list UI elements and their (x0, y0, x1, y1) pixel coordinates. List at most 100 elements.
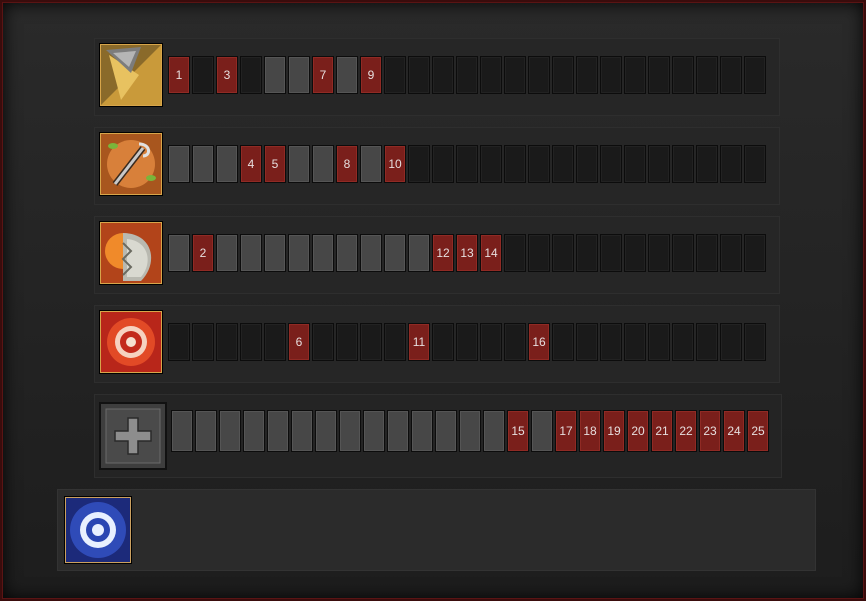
assigned-level-slot[interactable]: 1 (168, 56, 190, 94)
unassigned-level-slot[interactable] (168, 145, 190, 183)
unassigned-level-slot[interactable] (288, 56, 310, 94)
assigned-level-slot[interactable]: 5 (264, 145, 286, 183)
unassigned-level-slot[interactable] (288, 145, 310, 183)
empty-level-slot[interactable] (720, 56, 742, 94)
empty-level-slot[interactable] (576, 56, 598, 94)
empty-level-slot[interactable] (432, 56, 454, 94)
assigned-level-slot[interactable]: 13 (456, 234, 478, 272)
empty-level-slot[interactable] (672, 145, 694, 183)
assigned-level-slot[interactable]: 3 (216, 56, 238, 94)
unassigned-level-slot[interactable] (315, 410, 337, 452)
empty-level-slot[interactable] (624, 56, 646, 94)
empty-level-slot[interactable] (432, 323, 454, 361)
empty-level-slot[interactable] (696, 323, 718, 361)
empty-level-slot[interactable] (624, 323, 646, 361)
empty-level-slot[interactable] (696, 56, 718, 94)
empty-level-slot[interactable] (528, 56, 550, 94)
unassigned-level-slot[interactable] (435, 410, 457, 452)
empty-level-slot[interactable] (648, 145, 670, 183)
unassigned-level-slot[interactable] (192, 145, 214, 183)
unassigned-level-slot[interactable] (339, 410, 361, 452)
empty-level-slot[interactable] (720, 234, 742, 272)
empty-level-slot[interactable] (552, 145, 574, 183)
empty-level-slot[interactable] (504, 56, 526, 94)
empty-level-slot[interactable] (576, 234, 598, 272)
assigned-level-slot[interactable]: 19 (603, 410, 625, 452)
unassigned-level-slot[interactable] (216, 145, 238, 183)
empty-level-slot[interactable] (672, 323, 694, 361)
assigned-level-slot[interactable]: 12 (432, 234, 454, 272)
unassigned-level-slot[interactable] (459, 410, 481, 452)
empty-level-slot[interactable] (648, 234, 670, 272)
empty-level-slot[interactable] (672, 234, 694, 272)
unassigned-level-slot[interactable] (264, 56, 286, 94)
empty-level-slot[interactable] (600, 145, 622, 183)
unassigned-level-slot[interactable] (240, 234, 262, 272)
unassigned-level-slot[interactable] (408, 234, 430, 272)
armor-shield-icon[interactable] (100, 222, 162, 284)
assigned-level-slot[interactable]: 23 (699, 410, 721, 452)
unassigned-level-slot[interactable] (387, 410, 409, 452)
assigned-level-slot[interactable]: 4 (240, 145, 262, 183)
drill-blade-icon[interactable] (100, 44, 162, 106)
empty-level-slot[interactable] (624, 234, 646, 272)
assigned-level-slot[interactable]: 7 (312, 56, 334, 94)
empty-level-slot[interactable] (384, 56, 406, 94)
assigned-level-slot[interactable]: 14 (480, 234, 502, 272)
empty-level-slot[interactable] (408, 145, 430, 183)
empty-level-slot[interactable] (504, 234, 526, 272)
empty-level-slot[interactable] (480, 56, 502, 94)
empty-level-slot[interactable] (744, 323, 766, 361)
assigned-level-slot[interactable]: 9 (360, 56, 382, 94)
unassigned-level-slot[interactable] (384, 234, 406, 272)
unassigned-level-slot[interactable] (531, 410, 553, 452)
unassigned-level-slot[interactable] (267, 410, 289, 452)
empty-level-slot[interactable] (504, 145, 526, 183)
assigned-level-slot[interactable]: 8 (336, 145, 358, 183)
unassigned-level-slot[interactable] (195, 410, 217, 452)
assigned-level-slot[interactable]: 25 (747, 410, 769, 452)
plus-icon[interactable] (99, 402, 167, 470)
empty-level-slot[interactable] (336, 323, 358, 361)
sawblade-icon[interactable] (100, 311, 162, 373)
empty-level-slot[interactable] (552, 56, 574, 94)
unassigned-level-slot[interactable] (312, 234, 334, 272)
empty-level-slot[interactable] (720, 145, 742, 183)
empty-level-slot[interactable] (360, 323, 382, 361)
empty-level-slot[interactable] (696, 234, 718, 272)
unassigned-level-slot[interactable] (360, 145, 382, 183)
assigned-level-slot[interactable]: 20 (627, 410, 649, 452)
empty-level-slot[interactable] (504, 323, 526, 361)
unassigned-level-slot[interactable] (168, 234, 190, 272)
empty-level-slot[interactable] (384, 323, 406, 361)
empty-level-slot[interactable] (240, 56, 262, 94)
assigned-level-slot[interactable]: 6 (288, 323, 310, 361)
unassigned-level-slot[interactable] (336, 56, 358, 94)
empty-level-slot[interactable] (264, 323, 286, 361)
empty-level-slot[interactable] (600, 56, 622, 94)
unassigned-level-slot[interactable] (411, 410, 433, 452)
empty-level-slot[interactable] (720, 323, 742, 361)
unassigned-level-slot[interactable] (171, 410, 193, 452)
assigned-level-slot[interactable]: 11 (408, 323, 430, 361)
unassigned-level-slot[interactable] (363, 410, 385, 452)
unassigned-level-slot[interactable] (219, 410, 241, 452)
empty-level-slot[interactable] (528, 234, 550, 272)
empty-level-slot[interactable] (552, 234, 574, 272)
empty-level-slot[interactable] (696, 145, 718, 183)
empty-level-slot[interactable] (408, 56, 430, 94)
empty-level-slot[interactable] (192, 56, 214, 94)
empty-level-slot[interactable] (168, 323, 190, 361)
empty-level-slot[interactable] (744, 145, 766, 183)
assigned-level-slot[interactable]: 21 (651, 410, 673, 452)
empty-level-slot[interactable] (576, 323, 598, 361)
empty-level-slot[interactable] (312, 323, 334, 361)
assigned-level-slot[interactable]: 16 (528, 323, 550, 361)
assigned-level-slot[interactable]: 17 (555, 410, 577, 452)
empty-level-slot[interactable] (192, 323, 214, 361)
unassigned-level-slot[interactable] (264, 234, 286, 272)
unassigned-level-slot[interactable] (243, 410, 265, 452)
empty-level-slot[interactable] (744, 56, 766, 94)
unassigned-level-slot[interactable] (291, 410, 313, 452)
unassigned-level-slot[interactable] (360, 234, 382, 272)
